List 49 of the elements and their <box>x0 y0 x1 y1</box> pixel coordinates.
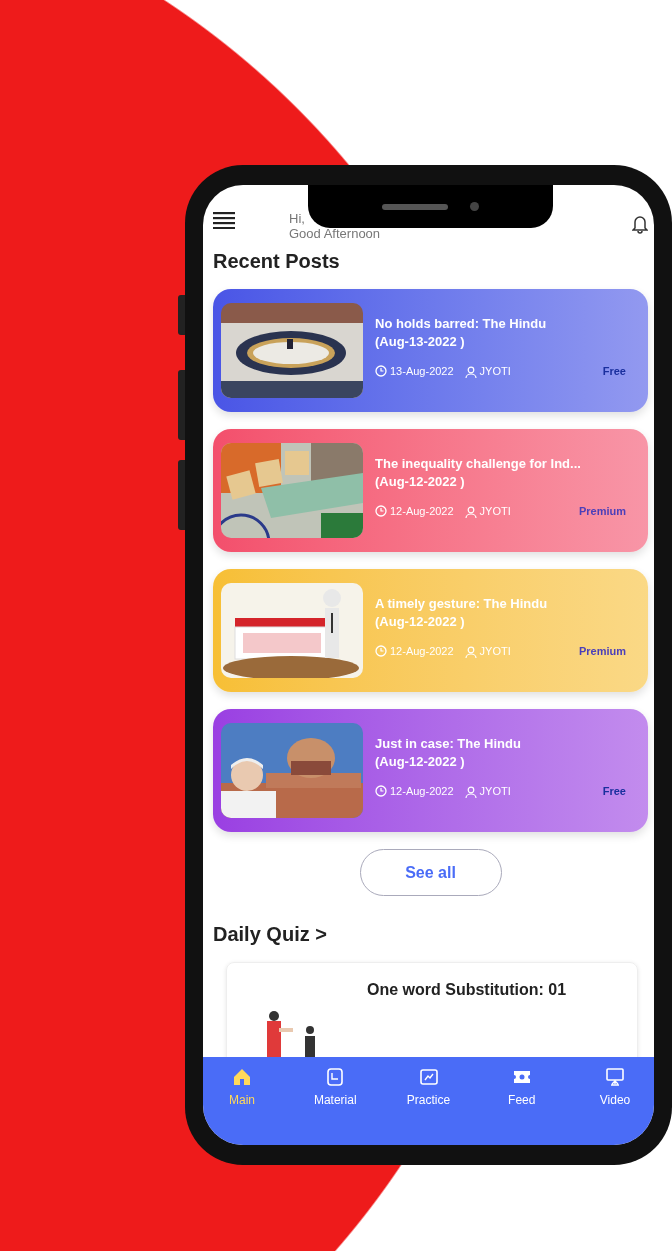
post-date-text: 12-Aug-2022 <box>390 784 454 799</box>
user-icon <box>464 786 477 799</box>
post-date: (Aug-13-2022 ) <box>375 333 466 351</box>
post-title: No holds barred: The Hindu <box>375 315 548 333</box>
greeting-text: Hi, <box>289 211 306 226</box>
access-label: Premium <box>578 644 626 659</box>
nav-tab[interactable]: Practice <box>393 1067 464 1121</box>
clock-icon <box>375 785 387 798</box>
post-card[interactable]: A timely gesture: The Hindu (Aug-12-2022 ) 12-Aug-2022 JYOTI Premium <box>213 569 648 692</box>
home-icon <box>232 1067 252 1087</box>
post-date-text: 13-Aug-2022 <box>390 364 454 379</box>
post-date: (Aug-12-2022 ) <box>375 473 466 491</box>
menu-icon[interactable] <box>213 211 235 229</box>
clock-icon <box>375 645 387 658</box>
post-card[interactable]: Just in case: The Hindu (Aug-12-2022 ) 12-Aug-2022 JYOTI Free <box>213 709 648 832</box>
nav-tab[interactable]: Feed <box>486 1067 557 1121</box>
post-title: The inequality challenge for Ind... <box>375 455 582 473</box>
access-label: Free <box>602 364 626 379</box>
access-label: Free <box>602 784 626 799</box>
author-name: JYOTI <box>479 504 511 519</box>
clock-icon <box>375 505 387 518</box>
user-icon <box>464 366 477 379</box>
post-date: (Aug-12-2022 ) <box>375 753 466 771</box>
section-title[interactable]: Daily Quiz > <box>213 922 648 946</box>
quiz-title: One word Substitution: 01 <box>367 980 567 1000</box>
section-title: Recent Posts <box>213 249 341 273</box>
post-card[interactable]: No holds barred: The Hindu (Aug-13-2022 ) 13-Aug-2022 JYOTI Free <box>213 289 648 412</box>
post-title: Just in case: The Hindu <box>375 735 522 753</box>
author-name: JYOTI <box>479 364 511 379</box>
bell-icon[interactable] <box>632 213 648 234</box>
document-icon <box>325 1067 346 1087</box>
access-label: Premium <box>578 504 626 519</box>
chart-icon <box>418 1067 439 1087</box>
nav-tab[interactable]: Main <box>207 1067 277 1121</box>
post-date-text: 12-Aug-2022 <box>390 504 454 519</box>
nav-tab[interactable]: Video <box>580 1067 650 1121</box>
user-icon <box>464 646 477 659</box>
monitor-icon <box>605 1067 625 1087</box>
greeting-subtitle: Good Afternoon <box>289 226 381 241</box>
user-icon <box>464 506 477 519</box>
nav-tab[interactable]: Material <box>300 1067 371 1121</box>
author-name: JYOTI <box>479 784 511 799</box>
author-name: JYOTI <box>479 644 511 659</box>
post-date-text: 12-Aug-2022 <box>390 644 454 659</box>
post-title: A timely gesture: The Hindu <box>375 595 549 613</box>
post-card[interactable]: The inequality challenge for Ind... (Aug-12-2022 ) 12-Aug-2022 JYOTI Premium <box>213 429 648 552</box>
see-all-button[interactable]: See all <box>359 849 502 896</box>
clock-icon <box>375 365 387 378</box>
post-date: (Aug-12-2022 ) <box>375 613 466 631</box>
